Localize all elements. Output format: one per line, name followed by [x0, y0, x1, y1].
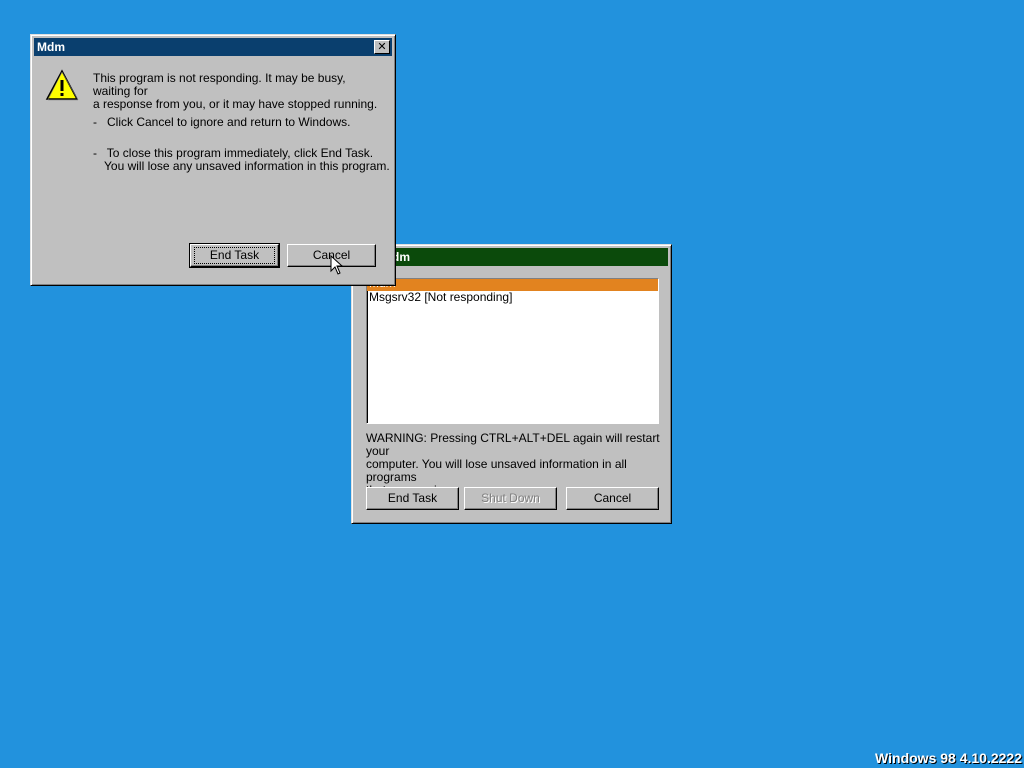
dialog-title: Mdm — [37, 40, 65, 54]
not-responding-dialog: Mdm ✕ This program is not responding. It… — [30, 34, 396, 286]
end-task-instruction: - To close this program immediately, cli… — [93, 147, 393, 173]
end-task-label: End Task — [209, 248, 260, 262]
close-program-cancel-button[interactable]: Cancel — [566, 487, 659, 510]
version-watermark: Windows 98 4.10.2222 — [875, 750, 1022, 766]
end-task-instruction-line-2: You will lose any unsaved information in… — [104, 159, 390, 173]
shut-down-label: Shut Down — [481, 491, 540, 505]
list-item-msgsrv32[interactable]: Msgsrv32 [Not responding] — [367, 291, 658, 304]
close-icon[interactable]: ✕ — [374, 40, 390, 54]
close-program-dialog: g ... Mdm Mdm Msgsrv32 [Not responding] … — [351, 244, 672, 524]
desktop: g ... Mdm Mdm Msgsrv32 [Not responding] … — [0, 0, 1024, 768]
not-responding-message: This program is not responding. It may b… — [93, 72, 383, 111]
mouse-cursor-icon — [330, 255, 344, 275]
program-list[interactable]: Mdm Msgsrv32 [Not responding] — [366, 278, 659, 424]
warning-icon — [45, 69, 79, 101]
warning-line-1: WARNING: Pressing CTRL+ALT+DEL again wil… — [366, 431, 660, 458]
close-program-titlebar[interactable]: g ... Mdm — [355, 248, 668, 266]
end-task-label: End Task — [387, 491, 438, 505]
close-program-end-task-button[interactable]: End Task — [366, 487, 459, 510]
not-responding-titlebar[interactable]: Mdm ✕ — [34, 38, 392, 56]
message-line-1: This program is not responding. It may b… — [93, 71, 346, 98]
end-task-button[interactable]: End Task — [189, 243, 280, 268]
warning-line-2: computer. You will lose unsaved informat… — [366, 457, 627, 484]
cancel-label: Cancel — [593, 491, 632, 505]
cancel-instruction: - Click Cancel to ignore and return to W… — [93, 115, 351, 129]
message-line-2: a response from you, or it may have stop… — [93, 97, 378, 111]
shut-down-button[interactable]: Shut Down — [464, 487, 557, 510]
